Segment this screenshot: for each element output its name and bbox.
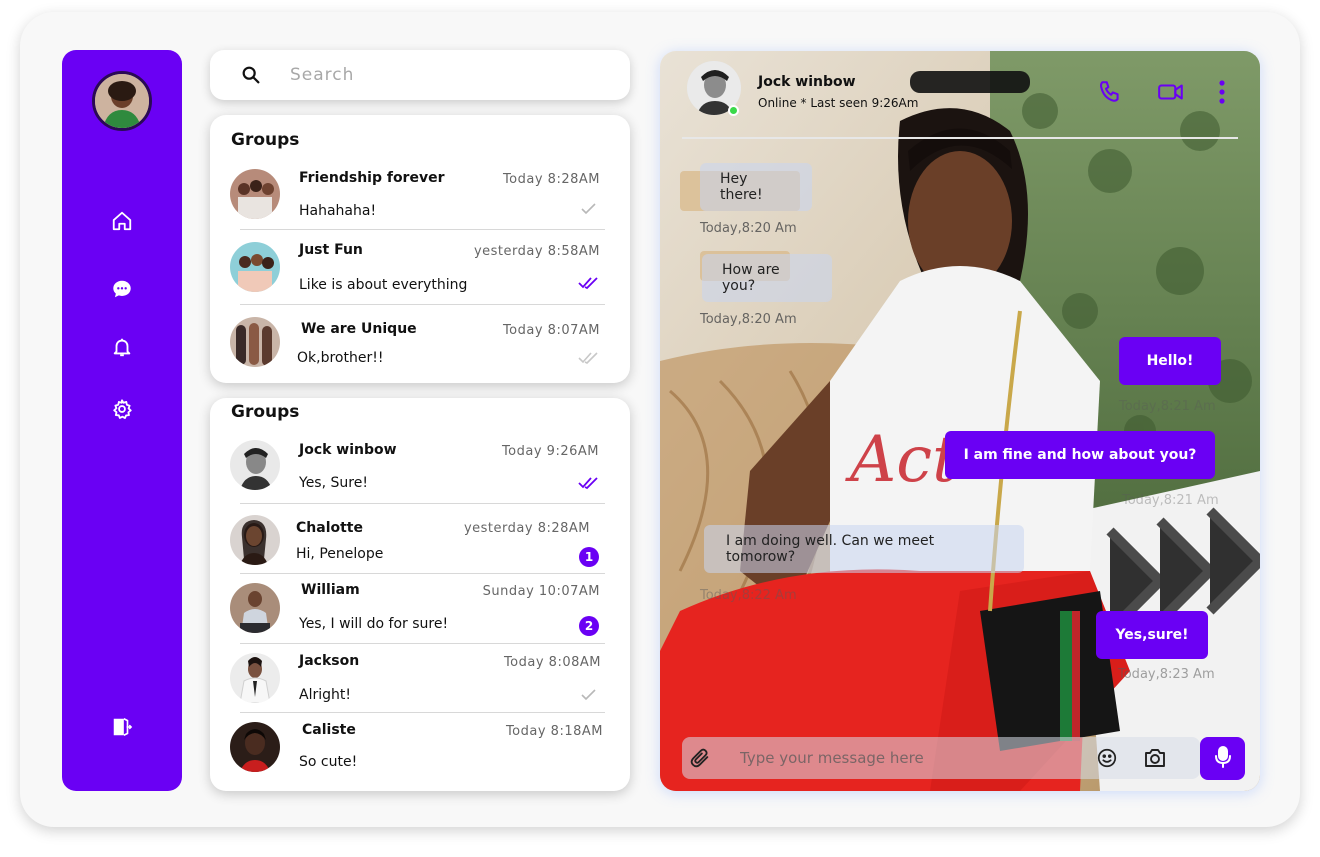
groups-list: Groups Friendship forever Today 8:28AM H… <box>210 115 630 383</box>
timestamp: Today 8:18AM <box>505 724 603 739</box>
last-message: Alright! <box>299 687 351 703</box>
avatar <box>230 169 280 219</box>
message-timestamp: Today,8:20 Am <box>700 221 797 236</box>
item-name: Friendship forever <box>299 170 445 186</box>
last-message: Hi, Penelope <box>296 546 384 562</box>
check-icon <box>578 687 600 701</box>
last-message: Ok,brother!! <box>297 350 384 366</box>
double-check-icon <box>578 350 600 364</box>
item-name: Chalotte <box>296 520 363 536</box>
timestamp: Today 8:08AM <box>503 655 601 670</box>
last-message: Like is about everything <box>299 277 468 293</box>
timestamp: yesterday 8:28AM <box>463 521 590 536</box>
section-title: Groups <box>231 402 300 422</box>
video-call-icon[interactable] <box>1157 79 1183 105</box>
incoming-message: How are you? <box>702 254 832 302</box>
phone-icon[interactable] <box>1097 79 1123 105</box>
check-icon <box>578 201 600 215</box>
item-name: We are Unique <box>301 321 417 337</box>
avatar <box>230 515 280 565</box>
search-bar <box>210 50 630 100</box>
bell-icon[interactable] <box>108 333 136 361</box>
timestamp: Today 8:07AM <box>502 323 600 338</box>
attachment-icon[interactable] <box>688 746 712 770</box>
message-timestamp: Today,8:20 Am <box>700 312 797 327</box>
search-icon <box>240 64 262 86</box>
avatar <box>230 653 280 703</box>
divider <box>240 304 605 305</box>
avatar[interactable] <box>92 71 152 131</box>
divider <box>240 229 605 230</box>
more-options-icon[interactable] <box>1215 79 1229 105</box>
item-name: Caliste <box>302 722 356 738</box>
contact-name: Jock winbow <box>758 74 856 90</box>
timestamp: Today 8:28AM <box>502 172 600 187</box>
search-input[interactable] <box>290 62 610 88</box>
last-message: So cute! <box>299 754 358 770</box>
message-input[interactable] <box>740 745 1070 771</box>
outgoing-message: I am fine and how about you? <box>945 431 1215 479</box>
list-item[interactable]: We are Unique Today 8:07AM Ok,brother!! <box>230 317 605 367</box>
emoji-icon[interactable] <box>1096 747 1118 769</box>
unread-badge: 1 <box>579 547 599 567</box>
incoming-message: I am doing well. Can we meet tomorow? <box>704 525 1024 573</box>
double-check-icon <box>578 275 600 290</box>
divider <box>240 712 605 713</box>
message-composer <box>682 737 1200 779</box>
chat-icon[interactable] <box>108 275 136 303</box>
timestamp: Today 9:26AM <box>501 444 599 459</box>
avatar <box>230 583 280 633</box>
logout-icon[interactable] <box>108 713 136 741</box>
last-message: Yes, I will do for sure! <box>299 616 449 632</box>
incoming-message: Hey there! <box>700 163 812 211</box>
avatar <box>230 440 280 490</box>
item-name: Just Fun <box>299 242 363 258</box>
list-item[interactable]: Jock winbow Today 9:26AM Yes, Sure! <box>230 440 605 492</box>
home-icon[interactable] <box>108 207 136 235</box>
list-item[interactable]: Chalotte yesterday 8:28AM Hi, Penelope 1 <box>230 515 605 567</box>
list-item[interactable]: William Sunday 10:07AM Yes, I will do fo… <box>230 582 605 636</box>
outgoing-message: Yes,sure! <box>1096 611 1208 659</box>
list-item[interactable]: Caliste Today 8:18AM So cute! <box>230 722 605 774</box>
list-item[interactable]: Just Fun yesterday 8:58AM Like is about … <box>230 242 605 293</box>
message-timestamp: Today,8:22 Am <box>700 588 797 603</box>
last-message: Hahahaha! <box>299 203 377 219</box>
chat-panel: Act Jock winbow Online * Last seen 9:26A… <box>660 51 1260 791</box>
timestamp: yesterday 8:58AM <box>473 244 600 259</box>
message-timestamp: Today,8:23 Am <box>1118 667 1215 682</box>
avatar <box>230 242 280 292</box>
header-divider <box>682 137 1238 139</box>
item-name: Jackson <box>299 653 360 669</box>
divider <box>240 573 605 574</box>
sidebar <box>62 50 182 791</box>
gear-icon[interactable] <box>108 395 136 423</box>
microphone-icon <box>1214 745 1232 773</box>
item-name: William <box>301 582 360 598</box>
outgoing-message: Hello! <box>1119 337 1221 385</box>
list-item[interactable]: Friendship forever Today 8:28AM Hahahaha… <box>230 169 605 219</box>
online-indicator <box>728 105 739 116</box>
divider <box>240 643 605 644</box>
contacts-list: Groups Jock winbow Today 9:26AM Yes, Sur… <box>210 398 630 791</box>
svg-text:Act: Act <box>845 423 958 497</box>
contact-status: Online * Last seen 9:26Am <box>758 96 919 110</box>
message-timestamp: Today,8:21 Am <box>1119 399 1216 414</box>
voice-record-button[interactable] <box>1200 737 1245 780</box>
list-item[interactable]: Jackson Today 8:08AM Alright! <box>230 653 605 705</box>
avatar <box>230 317 280 367</box>
camera-icon[interactable] <box>1143 747 1167 769</box>
section-title: Groups <box>231 130 300 150</box>
message-timestamp: Today,8:21 Am <box>1122 493 1219 508</box>
divider <box>240 503 605 504</box>
double-check-icon <box>578 475 600 490</box>
unread-badge: 2 <box>579 616 599 636</box>
avatar <box>230 722 280 772</box>
timestamp: Sunday 10:07AM <box>482 584 600 599</box>
item-name: Jock winbow <box>299 442 397 458</box>
last-message: Yes, Sure! <box>299 475 368 491</box>
